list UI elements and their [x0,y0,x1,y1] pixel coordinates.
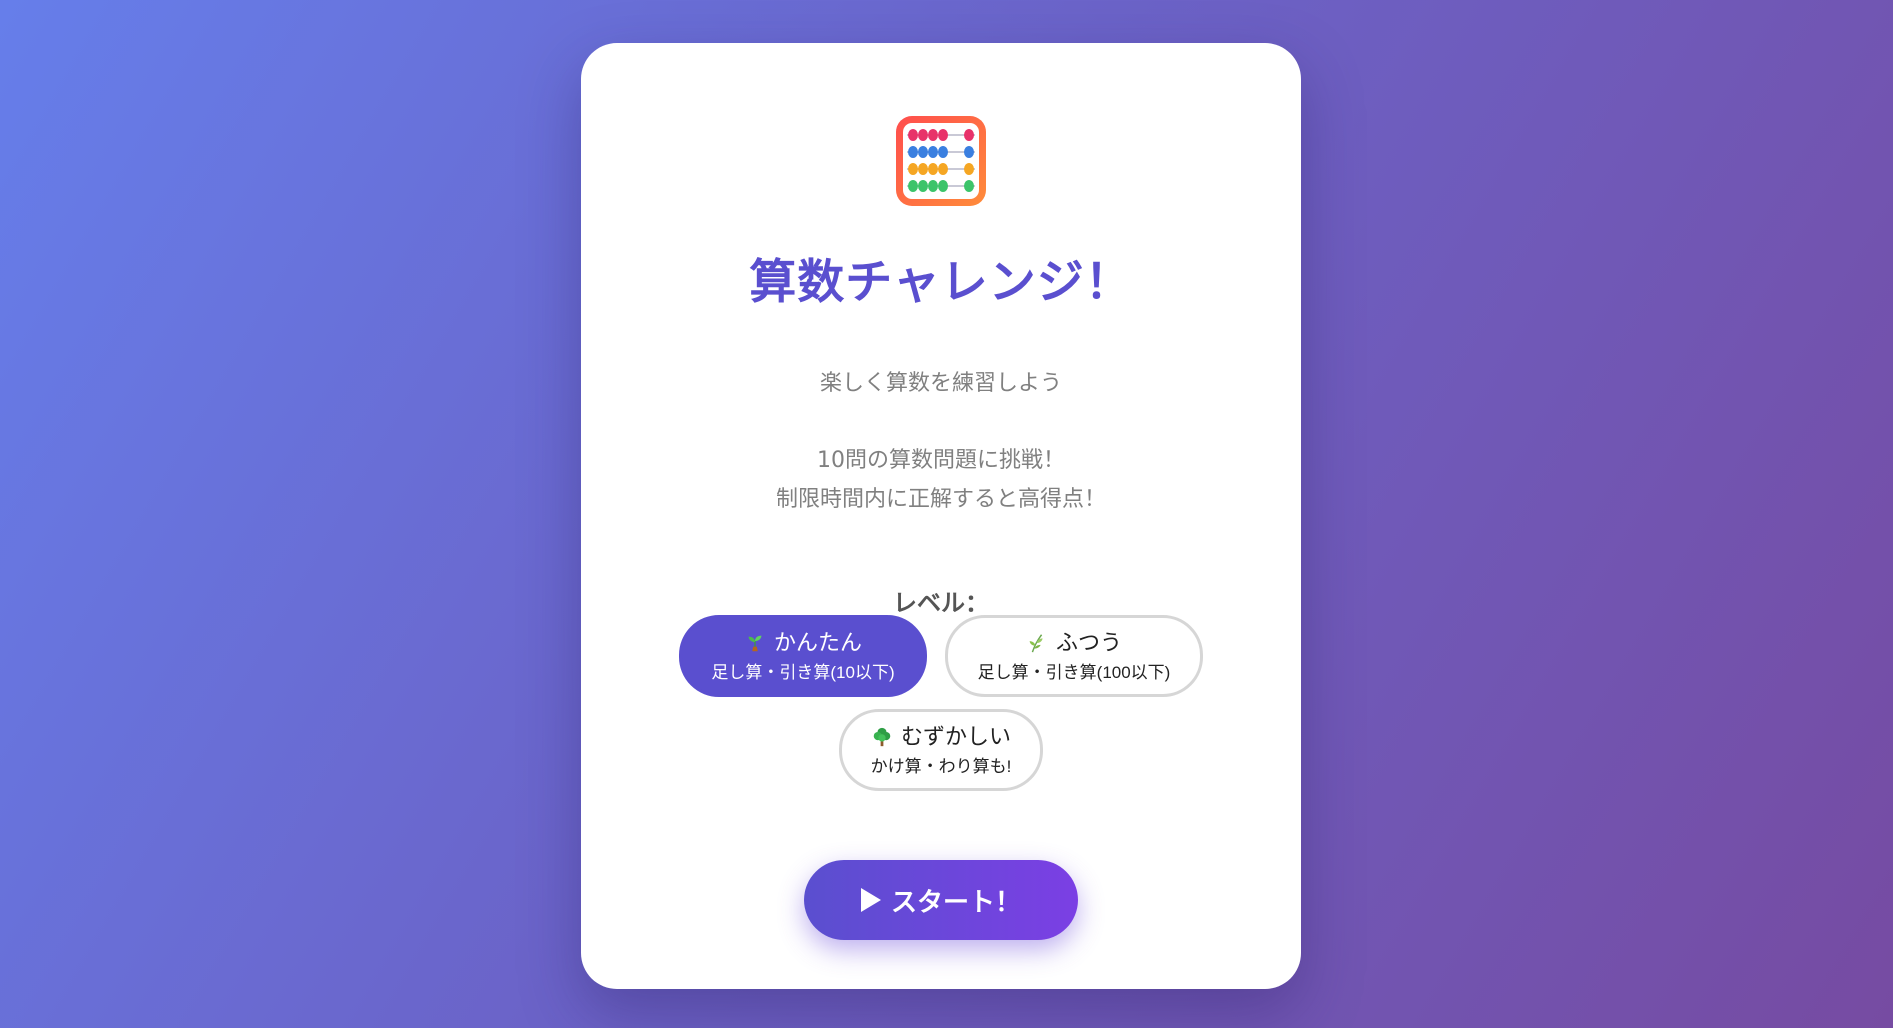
level-name-easy: かんたん [773,630,862,655]
level-button-hard[interactable]: むずかしい かけ算・わり算も! [839,709,1043,791]
play-icon [860,888,881,912]
sprout-icon [748,635,762,652]
start-button[interactable]: スタート！ [804,860,1078,940]
page-title: 算数チャレンジ！ [749,255,1133,310]
start-button-label: スタート！ [890,886,1021,917]
level-button-normal[interactable]: ふつう 足し算・引き算(100以下) [945,615,1203,697]
level-detail-normal: 足し算・引き算(100以下) [977,663,1171,682]
level-button-easy[interactable]: かんたん 足し算・引き算(10以下) [679,615,927,697]
tree-icon [873,727,891,747]
level-name-hard: むずかしい [900,724,1011,749]
herb-icon [1029,634,1043,653]
abacus-icon [896,116,986,206]
page-subtitle: 楽しく算数を練習しよう [819,371,1062,396]
level-detail-easy: 足し算・引き算(10以下) [711,663,895,682]
description-line-2: 制限時間内に正解すると高得点！ [775,487,1106,512]
level-detail-hard: かけ算・わり算も! [870,757,1012,776]
start-card: 算数チャレンジ！ 楽しく算数を練習しよう 10問の算数問題に挑戦！ 制限時間内に… [581,43,1301,989]
level-name-normal: ふつう [1055,630,1122,655]
description-line-1: 10問の算数問題に挑戦！ [817,448,1065,473]
description: 10問の算数問題に挑戦！ 制限時間内に正解すると高得点！ [581,441,1301,519]
level-label: レベル： [893,589,989,617]
